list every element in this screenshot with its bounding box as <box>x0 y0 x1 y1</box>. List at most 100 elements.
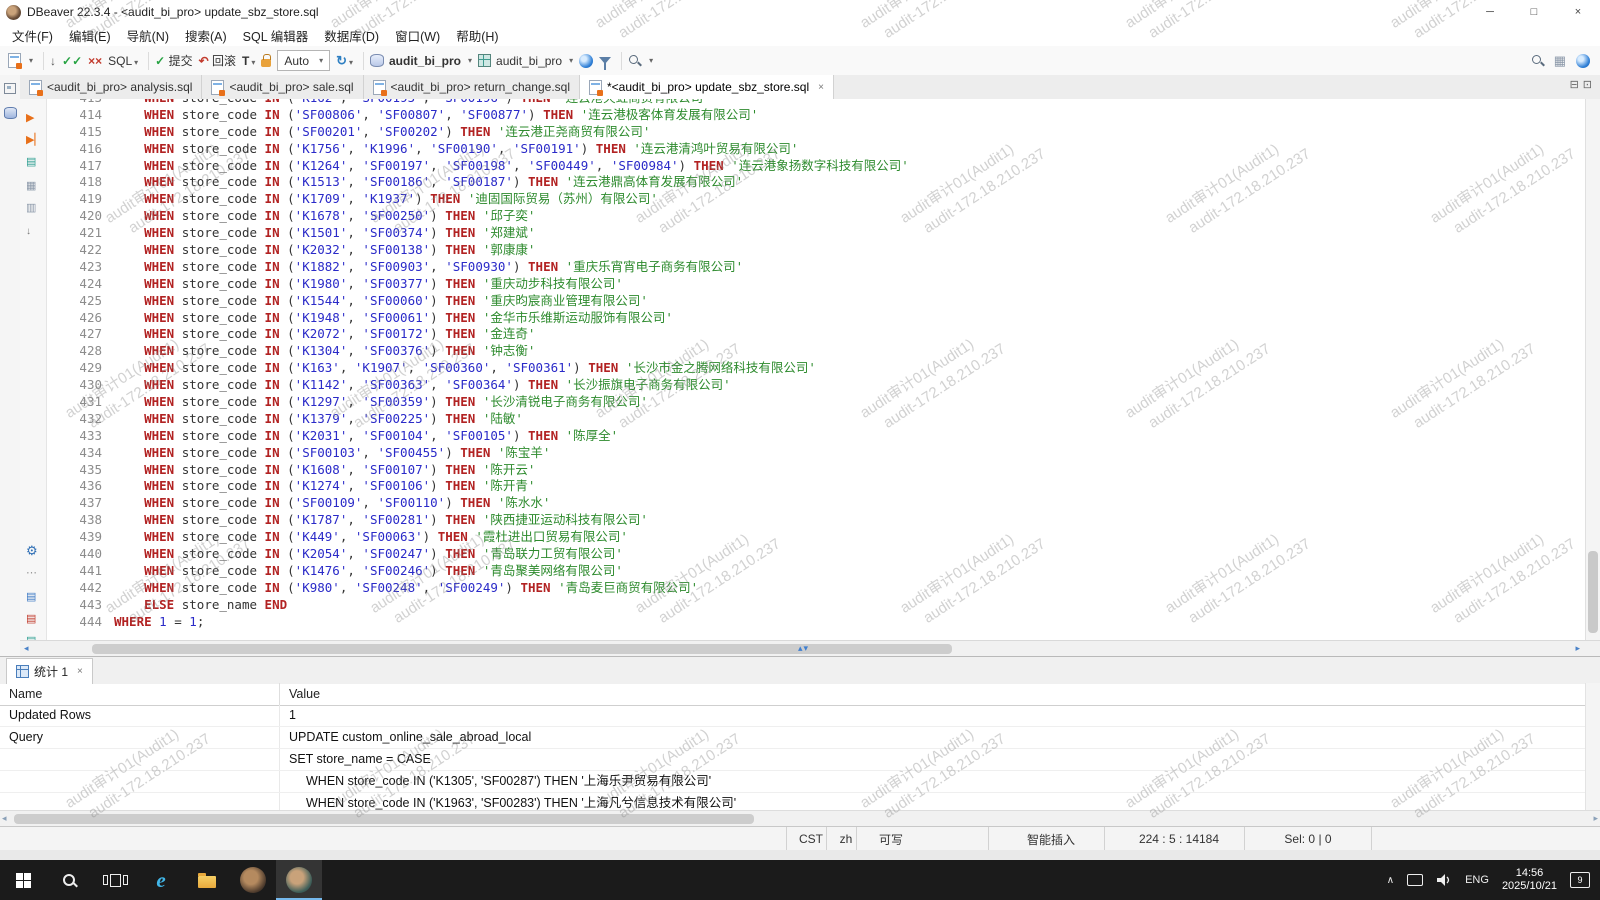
menu-item[interactable]: 帮助(H) <box>448 24 506 46</box>
code-text[interactable]: WHEN store_code IN ('K1882', 'SF00903', … <box>114 259 743 276</box>
task-view-button[interactable] <box>92 860 138 900</box>
code-text[interactable]: WHEN store_code IN ('K1756', 'K1996', 'S… <box>114 141 798 158</box>
schema-select[interactable]: audit_bi_pro▾ <box>478 54 573 68</box>
navigator-icon[interactable] <box>579 54 593 68</box>
code-text[interactable]: WHEN store_code IN ('K1980', 'SF00377') … <box>114 276 623 293</box>
panel-icon[interactable]: ▥ <box>26 202 36 214</box>
database-navigator-icon[interactable] <box>4 107 17 119</box>
scroll-left-icon[interactable]: ◂ <box>2 813 7 824</box>
start-button[interactable] <box>0 860 46 900</box>
vertical-scrollbar[interactable] <box>1585 99 1600 640</box>
execute-statement-icon[interactable]: ▶ <box>26 112 34 124</box>
quick-search-icon[interactable] <box>1531 54 1544 67</box>
scroll-left-icon[interactable]: ◂ <box>24 643 29 654</box>
status-insert-mode[interactable]: 智能插入 <box>988 827 1113 851</box>
code-text[interactable]: WHEN store_code IN ('K1948', 'SF00061') … <box>114 310 673 327</box>
code-text[interactable]: WHEN store_code IN ('K163', 'K1907', 'SF… <box>114 360 816 377</box>
menu-item[interactable]: SQL 编辑器 <box>235 24 317 46</box>
horizontal-scrollbar-thumb[interactable] <box>92 644 952 654</box>
community-icon[interactable] <box>1576 54 1590 68</box>
code-text[interactable]: WHEN store_code IN ('K1379', 'SF00225') … <box>114 411 523 428</box>
column-header-name[interactable]: Name <box>0 683 280 705</box>
menu-item[interactable]: 文件(F) <box>4 24 61 46</box>
result-row[interactable]: Updated Rows1 <box>0 705 1586 727</box>
code-text[interactable]: WHEN store_code IN ('K2031', 'SF00104', … <box>114 428 618 445</box>
code-text[interactable]: ELSE store_name END <box>114 597 287 614</box>
execute-script-icon[interactable]: ▶▏ <box>26 134 43 146</box>
database-select[interactable]: audit_bi_pro▾ <box>370 54 472 68</box>
refresh-dropdown[interactable]: ↻▾ <box>336 53 353 69</box>
results-hscroll-thumb[interactable] <box>14 814 754 824</box>
tray-expand-icon[interactable]: ∧ <box>1387 875 1394 886</box>
editor-tab[interactable]: <audit_bi_pro> analysis.sql <box>20 75 202 99</box>
taskbar-app2-button-active[interactable] <box>276 860 322 900</box>
code-text[interactable]: WHEN store_code IN ('SF00109', 'SF00110'… <box>114 495 550 512</box>
explain-plan-icon[interactable]: ▤ <box>26 156 36 168</box>
taskbar-clock[interactable]: 14:56 2025/10/21 <box>1502 867 1557 893</box>
code-text[interactable]: WHEN store_code IN ('K162', 'SF00195', '… <box>114 99 711 107</box>
vertical-scrollbar-thumb[interactable] <box>1588 551 1598 633</box>
commit-check-icon[interactable]: ✓✓ <box>62 54 82 68</box>
device-icon[interactable] <box>1407 874 1423 886</box>
taskbar-app1-button[interactable] <box>230 860 276 900</box>
result-row[interactable]: SET store_name = CASE <box>0 749 1586 771</box>
code-text[interactable]: WHEN store_code IN ('K2054', 'SF00247') … <box>114 546 623 563</box>
taskbar-search-button[interactable] <box>46 860 92 900</box>
fetch-icon[interactable]: ↓ <box>50 54 56 68</box>
minimize-button[interactable]: ─ <box>1468 0 1512 24</box>
code-text[interactable]: WHEN store_code IN ('K2072', 'SF00172') … <box>114 326 535 343</box>
horizontal-scrollbar[interactable]: ◂ ▴▾ ▸ <box>20 640 1600 657</box>
commit-button[interactable]: ✓ 提交 <box>155 52 192 69</box>
code-text[interactable]: WHEN store_code IN ('K1544', 'SF00060') … <box>114 293 648 310</box>
code-text[interactable]: WHEN store_code IN ('K1297', 'SF00359') … <box>114 394 648 411</box>
menu-item[interactable]: 数据库(D) <box>316 24 387 46</box>
menu-item[interactable]: 窗口(W) <box>387 24 448 46</box>
settings-gear-icon[interactable]: ⚙ <box>26 545 38 557</box>
speaker-icon[interactable] <box>1436 873 1452 887</box>
maximize-button[interactable]: □ <box>1512 0 1556 24</box>
scroll-right-icon[interactable]: ▸ <box>1593 813 1598 824</box>
code-text[interactable]: WHEN store_code IN ('K449', 'SF00063') T… <box>114 529 628 546</box>
restore-view-icon[interactable] <box>4 83 16 94</box>
more-icon[interactable]: ⋯ <box>26 567 37 579</box>
lock-icon[interactable] <box>261 59 271 67</box>
menu-item[interactable]: 导航(N) <box>119 24 177 46</box>
sql-editor[interactable]: ▶ ▶▏ ▤ ▦ ▥ ↓ ⚙ ⋯ ▤ ▤ ▤ 413 WHEN store_co… <box>20 99 1600 640</box>
scroll-right-icon[interactable]: ▸ <box>1575 643 1580 654</box>
result-row[interactable]: QueryUPDATE custom_online_sale_abroad_lo… <box>0 727 1586 749</box>
code-text[interactable]: WHEN store_code IN ('K1608', 'SF00107') … <box>114 462 535 479</box>
new-sql-editor-icon[interactable] <box>8 53 21 68</box>
taskbar-explorer-button[interactable] <box>184 860 230 900</box>
rollback-x-icon[interactable]: ×× <box>88 54 102 68</box>
rollback-button[interactable]: ↶ 回滚 <box>199 52 236 69</box>
editor-area-controls[interactable]: ⊟⊡ <box>1570 78 1596 91</box>
code-text[interactable]: WHEN store_code IN ('K1501', 'SF00374') … <box>114 225 535 242</box>
perspective-grid-icon[interactable]: ▦ <box>1554 53 1566 69</box>
taskbar-ie-button[interactable]: e <box>138 860 184 900</box>
code-text[interactable]: WHEN store_code IN ('K1678', 'SF00250') … <box>114 208 535 225</box>
action-center-icon[interactable]: 9 <box>1570 872 1590 888</box>
code-text[interactable]: WHEN store_code IN ('K1274', 'SF00106') … <box>114 478 535 495</box>
status-caret-position[interactable]: 224 : 5 : 14184 <box>1104 827 1253 851</box>
menu-item[interactable]: 搜索(A) <box>177 24 235 46</box>
code-text[interactable]: WHEN store_code IN ('K1304', 'SF00376') … <box>114 343 535 360</box>
column-header-value[interactable]: Value <box>280 683 320 705</box>
export-icon[interactable]: ↓ <box>26 226 31 238</box>
results-vertical-scrollbar[interactable] <box>1585 683 1600 810</box>
code-text[interactable]: WHEN store_code IN ('K1142', 'SF00363', … <box>114 377 731 394</box>
editor-tab[interactable]: <audit_bi_pro> sale.sql <box>202 75 363 99</box>
code-text[interactable]: WHERE 1 = 1; <box>114 614 204 631</box>
code-text[interactable]: WHEN store_code IN ('K1476', 'SF00246') … <box>114 563 623 580</box>
editor-tab[interactable]: <audit_bi_pro> return_change.sql <box>364 75 580 99</box>
transaction-log-dropdown[interactable]: T▾ <box>242 54 255 68</box>
code-text[interactable]: WHEN store_code IN ('SF00806', 'SF00807'… <box>114 107 758 124</box>
code-text[interactable]: WHEN store_code IN ('K2032', 'SF00138') … <box>114 242 535 259</box>
close-tab-icon[interactable]: × <box>818 82 824 93</box>
statistics-tab[interactable]: 统计 1 × <box>6 658 93 684</box>
menu-item[interactable]: 编辑(E) <box>61 24 119 46</box>
code-text[interactable]: WHEN store_code IN ('K1787', 'SF00281') … <box>114 512 648 529</box>
code-text[interactable]: WHEN store_code IN ('K1709', 'K1937') TH… <box>114 191 658 208</box>
grid-icon[interactable]: ▦ <box>26 180 36 192</box>
result-row[interactable]: WHEN store_code IN ('K1305', 'SF00287') … <box>0 771 1586 793</box>
filter-icon[interactable] <box>599 57 611 64</box>
